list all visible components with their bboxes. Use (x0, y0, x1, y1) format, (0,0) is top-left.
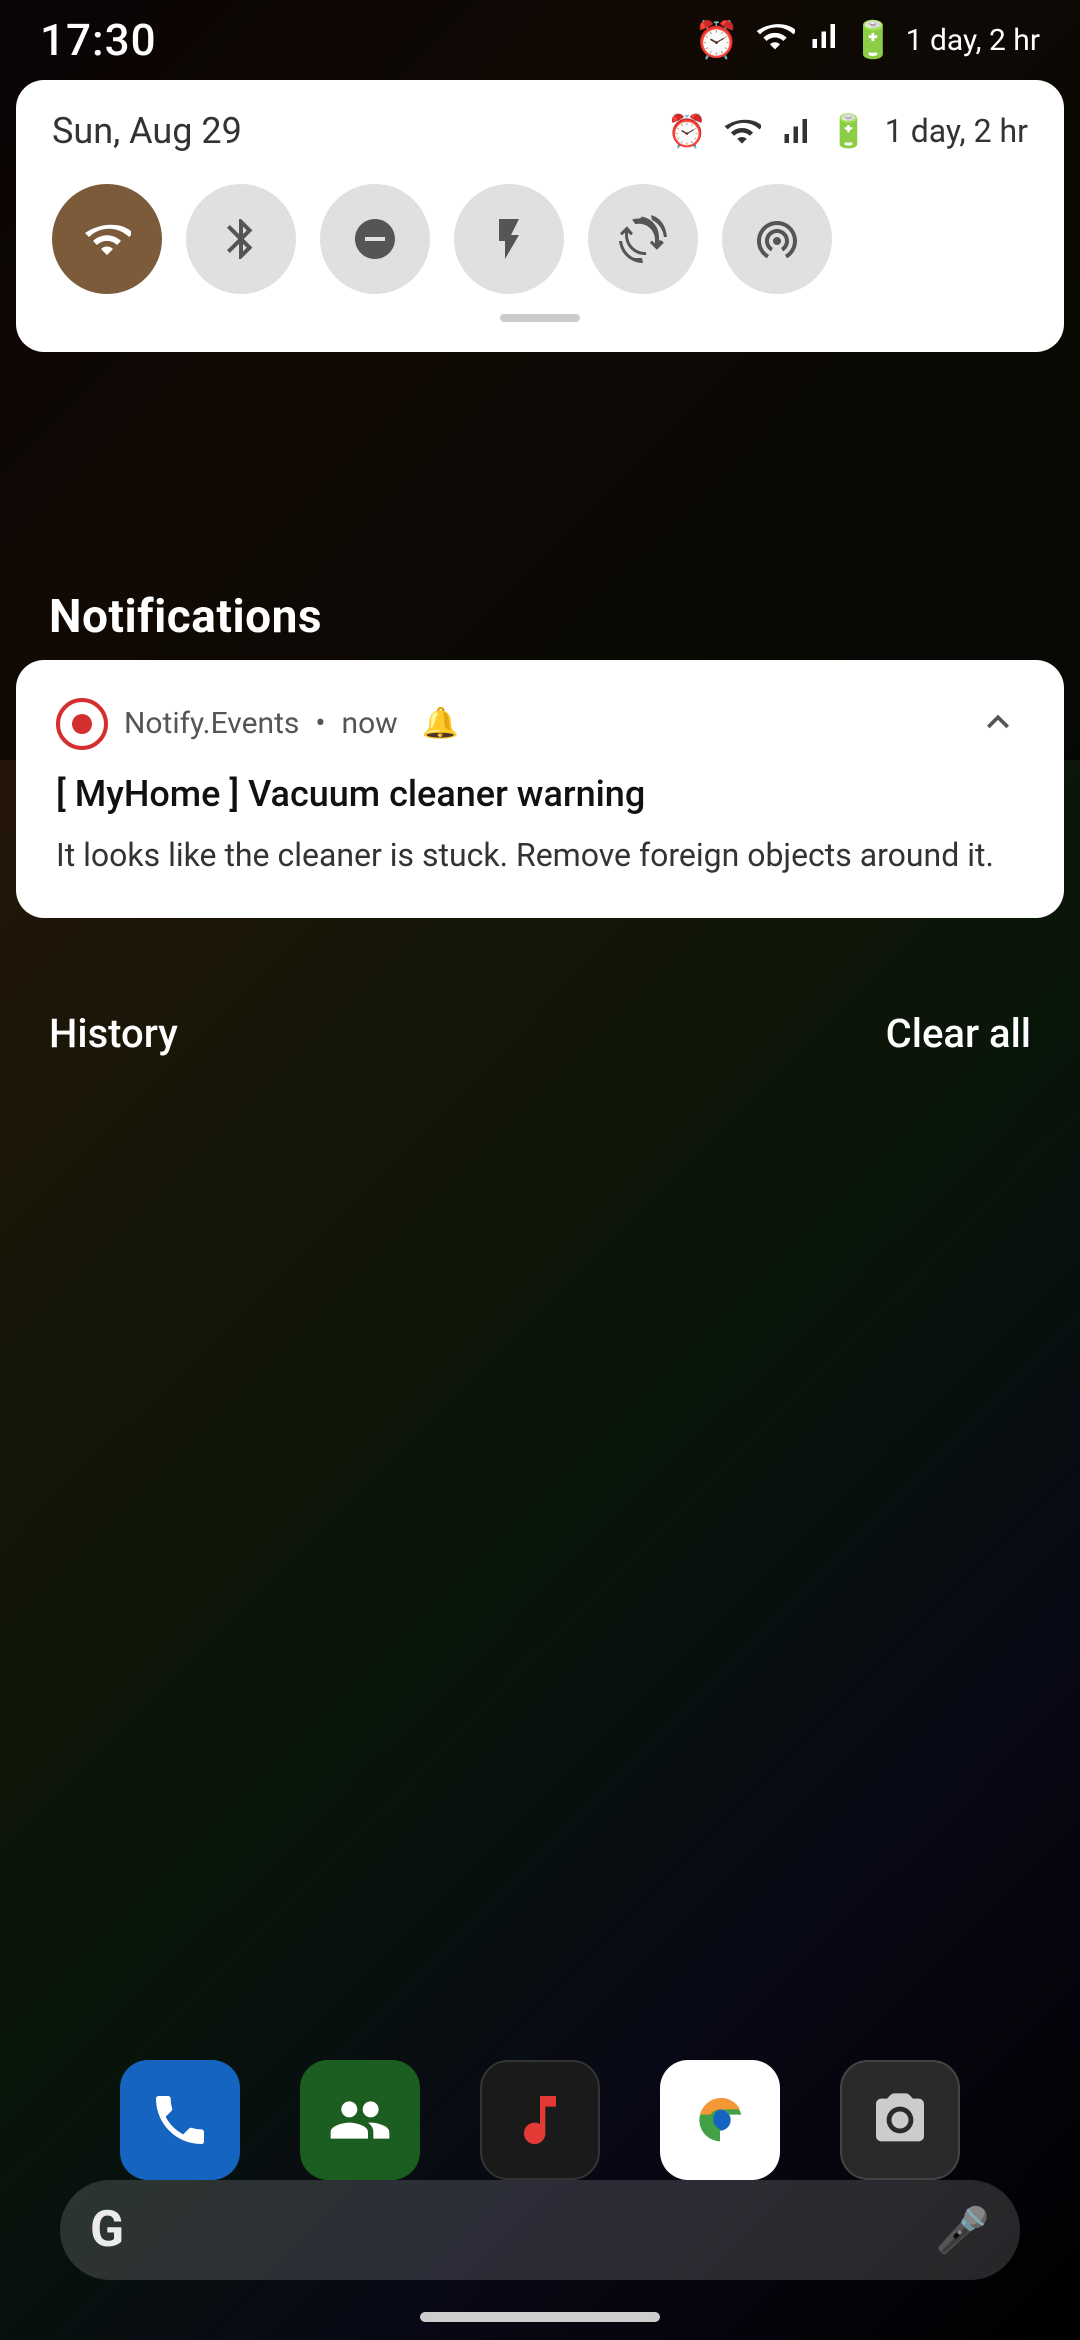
notif-title: [ MyHome ] Vacuum cleaner warning (56, 771, 1024, 818)
dock-music-icon[interactable] (480, 2060, 600, 2180)
qs-toggles (52, 184, 1028, 294)
quick-settings-panel: Sun, Aug 29 ⏰ 🔋 1 day, 2 hr (16, 80, 1064, 352)
wifi-status-icon (755, 16, 795, 65)
notif-header: Notify.Events • now 🔔 (56, 696, 1024, 751)
hotspot-toggle[interactable] (722, 184, 832, 294)
history-button[interactable]: History (49, 1010, 178, 1057)
notif-separator: • (315, 706, 325, 741)
notif-time: now (342, 706, 398, 741)
qs-status-icons: ⏰ 🔋 1 day, 2 hr (667, 112, 1028, 150)
dock-phone-icon[interactable] (120, 2060, 240, 2180)
notif-expand-button[interactable] (972, 696, 1024, 751)
qs-battery-icon: 🔋 (829, 112, 869, 150)
battery-text: 1 day, 2 hr (906, 23, 1040, 58)
dnd-toggle[interactable] (320, 184, 430, 294)
battery-icon: 🔋 (851, 19, 896, 61)
status-time: 17:30 (40, 14, 157, 66)
alarm-icon: ⏰ (694, 19, 739, 61)
clear-all-button[interactable]: Clear all (886, 1010, 1031, 1057)
notif-body: It looks like the cleaner is stuck. Remo… (56, 832, 1024, 878)
qs-date: Sun, Aug 29 (52, 110, 242, 152)
notif-header-left: Notify.Events • now 🔔 (56, 698, 459, 750)
autorotate-toggle[interactable] (588, 184, 698, 294)
notifications-section-label: Notifications (49, 590, 322, 644)
qs-signal-icon (777, 113, 813, 149)
bluetooth-toggle[interactable] (186, 184, 296, 294)
dock-chrome-icon[interactable] (660, 2060, 780, 2180)
home-indicator (420, 2312, 660, 2322)
google-mic-icon[interactable]: 🎤 (935, 2204, 990, 2256)
notify-events-icon (56, 698, 108, 750)
notification-card: Notify.Events • now 🔔 [ MyHome ] Vacuum … (16, 660, 1064, 918)
wifi-toggle[interactable] (52, 184, 162, 294)
drag-handle (52, 314, 1028, 322)
google-g-icon: G (90, 2201, 124, 2259)
dock-social-icon[interactable] (300, 2060, 420, 2180)
signal-icon (805, 18, 841, 63)
qs-battery-text: 1 day, 2 hr (885, 112, 1028, 150)
qs-wifi-icon (723, 112, 761, 150)
history-clearall-row: History Clear all (49, 1010, 1031, 1057)
qs-alarm-icon: ⏰ (667, 112, 707, 150)
notif-bell-icon: 🔔 (422, 706, 459, 741)
flashlight-toggle[interactable] (454, 184, 564, 294)
notif-app-name: Notify.Events (124, 706, 299, 741)
search-bar[interactable]: G 🎤 (60, 2180, 1020, 2280)
bottom-dock (0, 2060, 1080, 2180)
status-bar: 17:30 ⏰ 🔋 1 day, 2 hr (0, 0, 1080, 80)
dock-camera-icon[interactable] (840, 2060, 960, 2180)
